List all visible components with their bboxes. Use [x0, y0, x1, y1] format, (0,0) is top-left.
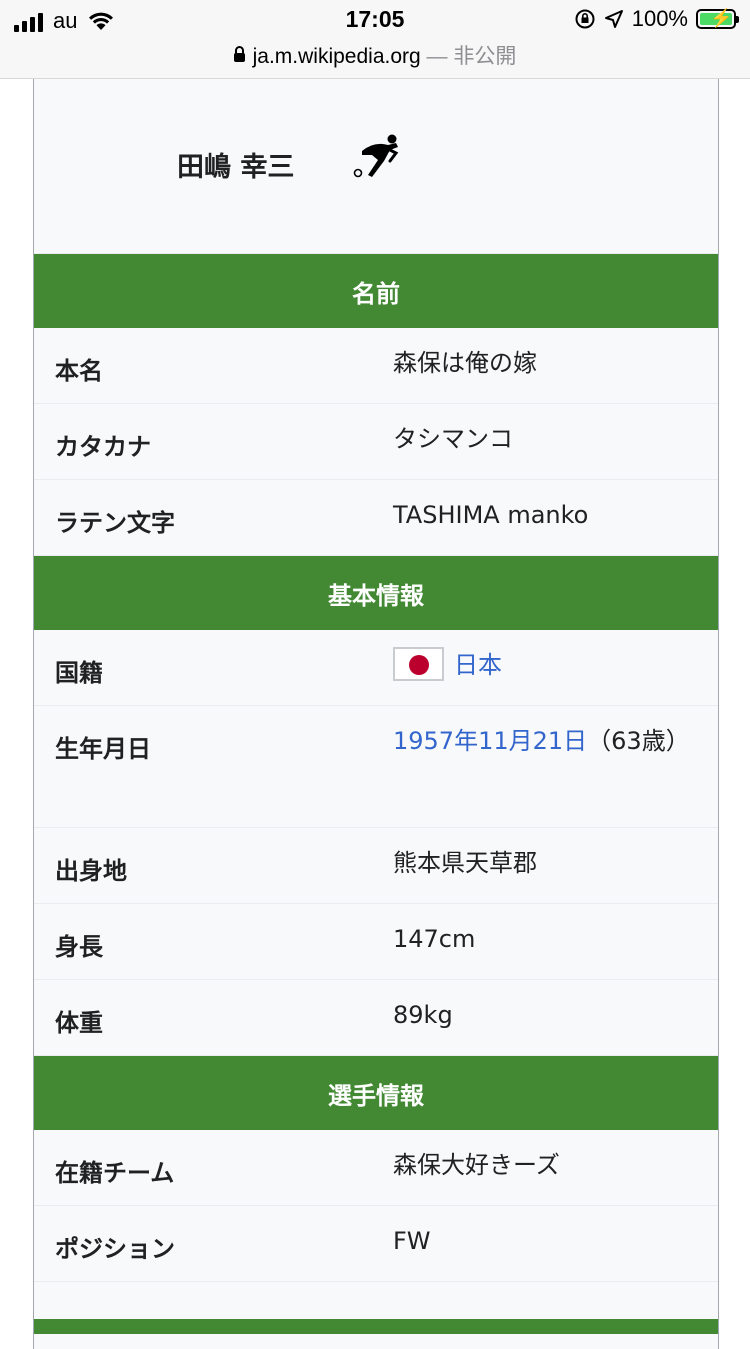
position-link[interactable]: FW [393, 1219, 693, 1263]
row-real-name: 本名 森保は俺の嫁 [34, 328, 718, 404]
row-label: 身長 [55, 933, 103, 961]
row-label: 本名 [55, 357, 103, 385]
row-label: 体重 [55, 1009, 103, 1037]
next-section-header [34, 1319, 718, 1334]
row-weight: 体重 89kg [34, 980, 718, 1056]
row-label: カタカナ [55, 433, 151, 461]
soccer-player-icon [353, 134, 399, 178]
row-value: タシマンコ [393, 425, 513, 453]
row-team: 在籍チーム 森保大好きーズ [34, 1130, 718, 1206]
orientation-lock-icon [575, 9, 595, 29]
battery-percent: 100% [631, 6, 688, 31]
row-value: TASHIMA manko [393, 501, 589, 529]
address-bar[interactable]: ja.m.wikipedia.org — 非公開 [0, 40, 750, 70]
status-right: 100% ⚡ [574, 6, 739, 32]
infobox-title: 田嶋 幸三 [34, 79, 718, 254]
row-value: 日本 [393, 643, 693, 687]
birthplace-link[interactable]: 熊本県天草郡 [393, 841, 693, 885]
japan-flag-icon[interactable] [393, 647, 444, 681]
status-bar: au 17:05 100% ⚡ ja.m.wikipedia.org — 非公開 [0, 0, 750, 79]
location-arrow-icon [604, 10, 623, 28]
battery-icon: ⚡ [696, 8, 739, 29]
lock-icon [233, 46, 245, 62]
row-latin: ラテン文字 TASHIMA manko [34, 480, 718, 556]
age-text: （63歳） [587, 727, 690, 755]
row-label: 国籍 [55, 659, 103, 687]
row-label: 出身地 [55, 857, 127, 885]
infobox: 田嶋 幸三 名前 本名 森保は俺の嫁 カタカナ タシマンコ ラテン文字 TASH… [33, 79, 719, 1349]
row-label: ラテン文字 [55, 509, 175, 537]
private-label: — 非公開 [426, 45, 517, 68]
person-name: 田嶋 幸三 [177, 152, 295, 183]
row-value: 1957年11月21日（63歳） [393, 719, 693, 763]
row-value: 森保大好きーズ [393, 1151, 560, 1179]
row-birthplace: 出身地 熊本県天草郡 [34, 828, 718, 904]
nationality-link[interactable]: 日本 [454, 651, 502, 679]
url-text: ja.m.wikipedia.org [252, 45, 421, 68]
row-label: ポジション [55, 1235, 175, 1263]
row-value: 森保は俺の嫁 [393, 349, 537, 377]
row-birthdate: 生年月日 1957年11月21日（63歳） [34, 706, 718, 828]
row-nationality: 国籍 日本 [34, 630, 718, 706]
row-label: 生年月日 [55, 735, 151, 763]
section-header-name: 名前 [34, 254, 718, 328]
row-katakana: カタカナ タシマンコ [34, 404, 718, 480]
birthdate-link[interactable]: 1957年11月21日 [393, 727, 587, 755]
row-value: 147cm [393, 925, 476, 953]
row-label: 在籍チーム [55, 1159, 175, 1187]
row-value: 89kg [393, 1001, 453, 1029]
section-header-player-info: 選手情報 [34, 1056, 718, 1130]
row-height: 身長 147cm [34, 904, 718, 980]
row-position: ポジション FW [34, 1206, 718, 1282]
section-header-basic-info: 基本情報 [34, 556, 718, 630]
